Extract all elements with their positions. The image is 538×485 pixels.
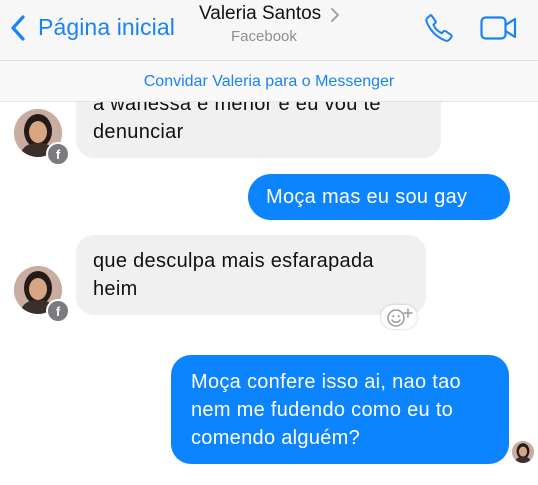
message-line: comendo alguém? [191, 427, 361, 449]
video-camera-icon[interactable] [480, 15, 518, 41]
message-line: heim [93, 278, 138, 300]
avatar-photo [512, 441, 534, 463]
contact-platform: Facebook [231, 28, 297, 45]
incoming-message-bubble[interactable]: que desculpa mais esfarapada heim [76, 235, 426, 315]
chat-header: Página inicial Valeria Santos Facebook [0, 0, 538, 60]
add-reaction-icon [387, 308, 413, 327]
contact-name[interactable]: Valeria Santos [199, 3, 321, 25]
message-line: Moça mas eu sou gay [266, 186, 468, 208]
incoming-message-bubble[interactable]: a wanessa e menor e eu vou te denunciar [76, 102, 441, 158]
invite-to-messenger-link[interactable]: Convidar Valeria para o Messenger [0, 60, 538, 102]
facebook-badge-icon: f [46, 299, 70, 323]
outgoing-message-bubble[interactable]: Moça confere isso ai, nao tao nem me fud… [171, 355, 509, 464]
message-line: denunciar [93, 121, 184, 143]
phone-icon[interactable] [423, 12, 455, 44]
add-reaction-button[interactable] [381, 305, 417, 329]
message-line: que desculpa mais esfarapada [93, 250, 374, 272]
outgoing-message-bubble[interactable]: Moça mas eu sou gay [248, 174, 510, 220]
read-receipt-avatar [512, 441, 534, 463]
chevron-right-icon[interactable] [330, 8, 340, 22]
message-line: Moça confere isso ai, nao tao [191, 371, 461, 393]
back-button[interactable]: Página inicial [38, 14, 175, 41]
message-line: nem me fudendo como eu to [191, 399, 454, 421]
message-thread[interactable]: a wanessa e menor e eu vou te denunciar … [0, 102, 538, 485]
chevron-left-icon[interactable] [8, 14, 30, 42]
facebook-badge-icon: f [46, 142, 70, 166]
message-line: a wanessa e menor e eu vou te [93, 102, 381, 115]
